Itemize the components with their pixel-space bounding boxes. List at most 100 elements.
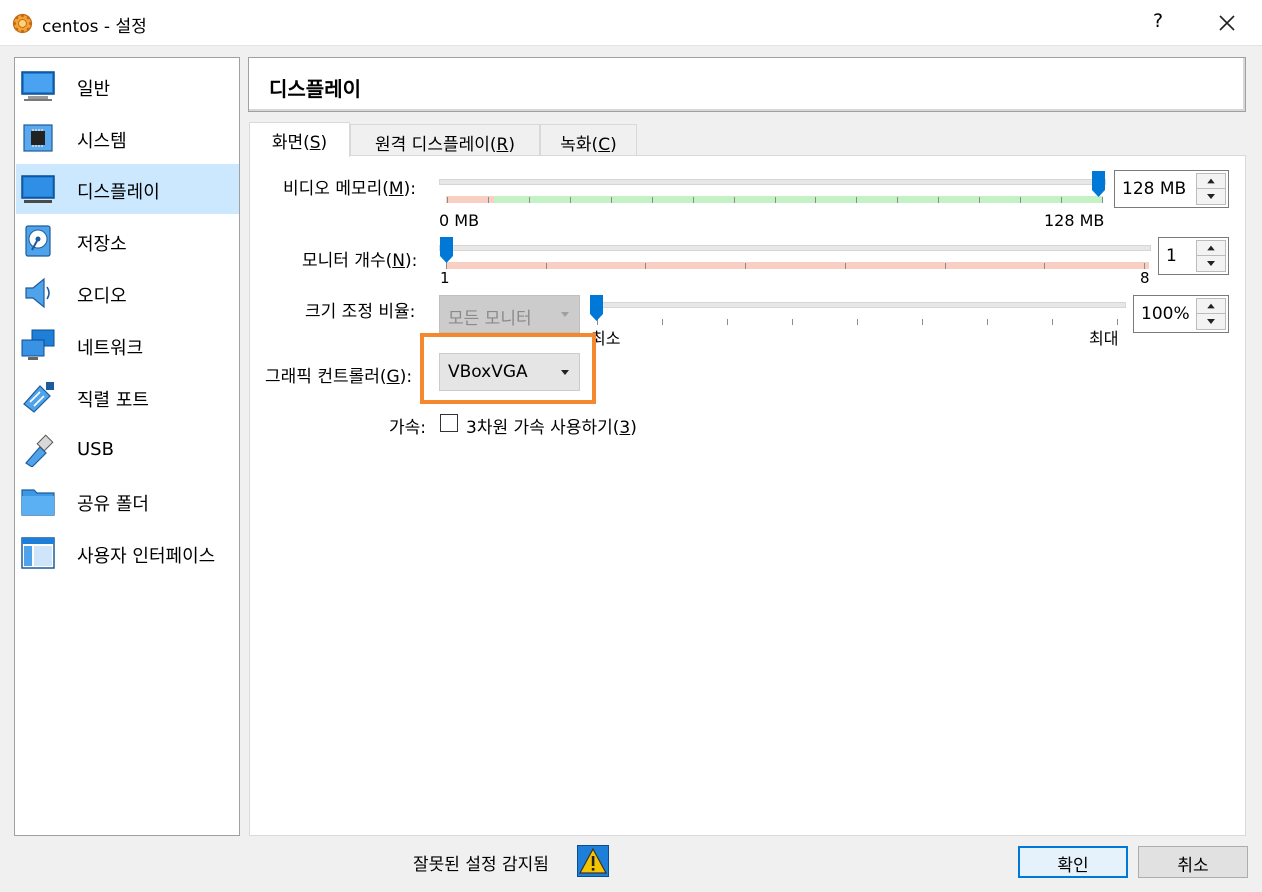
- tab-label: ): [320, 133, 328, 153]
- sidebar-item-storage[interactable]: 저장소: [16, 216, 239, 266]
- spin-down-icon[interactable]: [1197, 189, 1225, 204]
- slider-tick: [545, 263, 547, 269]
- chevron-down-icon: [561, 312, 569, 317]
- spin-buttons: [1196, 298, 1226, 330]
- monitor-icon: [21, 71, 55, 101]
- serial-port-icon: [23, 382, 54, 413]
- slider-tick: [844, 263, 846, 269]
- page-header: 디스플레이: [248, 57, 1246, 112]
- slider-tick: [938, 197, 940, 203]
- tab-label: ): [508, 135, 515, 155]
- spin-up-icon[interactable]: [1197, 299, 1225, 314]
- tab-screen[interactable]: 화면(S): [249, 122, 350, 157]
- monitor-count-value: 1: [1166, 246, 1177, 266]
- sidebar-item-label: 오디오: [77, 286, 127, 307]
- help-button[interactable]: ?: [1148, 10, 1168, 32]
- sidebar-item-label: USB: [77, 439, 114, 460]
- slider-tick: [792, 319, 793, 325]
- video-memory-value: 128 MB: [1122, 179, 1187, 199]
- slider-tick: [1102, 197, 1103, 203]
- graphics-controller-label: 그래픽 컨트롤러(G):: [265, 367, 413, 387]
- slider-tick: [745, 263, 747, 269]
- slider-tick: [815, 197, 817, 203]
- scale-factor-slider[interactable]: [591, 302, 1126, 308]
- slider-tick: [774, 197, 776, 203]
- enable-3d-acceleration-label[interactable]: 3차원 가속 사용하기(3): [466, 413, 637, 438]
- acceleration-label: 가속:: [389, 418, 427, 438]
- slider-tick: [447, 197, 448, 203]
- invalid-settings-text: 잘못된 설정 감지됨: [413, 855, 549, 875]
- folder-icon: [21, 489, 55, 516]
- tab-mnemonic: C: [598, 135, 611, 155]
- chip-icon: [23, 124, 53, 152]
- monitor-count-slider-thumb[interactable]: [440, 237, 453, 263]
- sidebar-item-system[interactable]: 시스템: [16, 113, 239, 163]
- tab-label: 녹화(: [560, 135, 599, 155]
- display-icon: [21, 175, 55, 203]
- slider-tick: [944, 263, 946, 269]
- sidebar-item-shared-folders[interactable]: 공유 폴더: [16, 476, 239, 526]
- video-memory-slider-thumb[interactable]: [1092, 171, 1105, 197]
- scale-factor-spinbox[interactable]: 100%: [1133, 295, 1229, 333]
- window-layout-icon: [21, 537, 55, 569]
- scale-monitor-value: 모든 모니터: [448, 309, 532, 329]
- video-memory-spinbox[interactable]: 128 MB: [1114, 170, 1229, 208]
- sidebar-item-audio[interactable]: 오디오: [16, 268, 239, 318]
- slider-tick: [569, 197, 571, 203]
- video-memory-slider[interactable]: [439, 179, 1106, 185]
- sidebar-item-label: 사용자 인터페이스: [77, 546, 216, 567]
- slider-tick: [897, 197, 899, 203]
- slider-tick: [979, 197, 981, 203]
- sidebar-item-usb[interactable]: USB: [16, 425, 239, 475]
- spin-up-icon[interactable]: [1197, 241, 1225, 256]
- slider-tick: [662, 319, 663, 325]
- sidebar-item-label: 네트워크: [77, 338, 144, 359]
- slider-tick: [987, 319, 988, 325]
- spin-buttons: [1196, 173, 1226, 205]
- slider-tick: [727, 319, 728, 325]
- usb-icon: [25, 434, 54, 467]
- title-bar: centos - 설정 ?: [0, 0, 1262, 46]
- tab-remote-display[interactable]: 원격 디스플레이(R): [350, 124, 540, 156]
- slider-tick: [487, 197, 489, 203]
- slider-tick: [733, 197, 735, 203]
- spin-down-icon[interactable]: [1197, 256, 1225, 271]
- sidebar-item-network[interactable]: 네트워크: [16, 320, 239, 370]
- highlight-annotation: [420, 333, 596, 404]
- tab-label: 원격 디스플레이(: [375, 135, 497, 155]
- scale-factor-value: 100%: [1141, 304, 1190, 324]
- video-memory-min-label: 0 MB: [439, 211, 480, 230]
- virtualbox-gear-icon: [12, 13, 33, 34]
- warning-icon[interactable]: [577, 845, 609, 877]
- sidebar-item-general[interactable]: 일반: [16, 61, 239, 111]
- video-memory-label: 비디오 메모리(M):: [283, 179, 416, 199]
- sidebar-item-serial-ports[interactable]: 직렬 포트: [16, 372, 239, 422]
- enable-3d-acceleration-checkbox[interactable]: [440, 414, 458, 432]
- monitor-count-label: 모니터 개수(N):: [302, 251, 418, 271]
- spin-buttons: [1196, 240, 1226, 272]
- close-icon[interactable]: [1214, 10, 1240, 36]
- slider-tick: [857, 319, 858, 325]
- tab-mnemonic: S: [309, 133, 321, 153]
- slider-tick: [1061, 197, 1063, 203]
- scale-factor-label: 크기 조정 비율:: [305, 302, 416, 322]
- scale-factor-slider-thumb[interactable]: [590, 295, 603, 321]
- monitor-count-spinbox[interactable]: 1: [1158, 237, 1229, 275]
- slider-tick: [1044, 263, 1046, 269]
- slider-tick: [610, 197, 612, 203]
- tab-recording[interactable]: 녹화(C): [540, 124, 637, 156]
- sidebar-item-user-interface[interactable]: 사용자 인터페이스: [16, 528, 239, 578]
- monitor-count-slider[interactable]: [439, 245, 1151, 251]
- slider-tick: [645, 263, 647, 269]
- sidebar-item-label: 디스플레이: [77, 182, 160, 203]
- ok-button[interactable]: 확인: [1018, 846, 1128, 878]
- spin-up-icon[interactable]: [1197, 174, 1225, 189]
- sidebar-item-display[interactable]: 디스플레이: [16, 164, 239, 214]
- cancel-button[interactable]: 취소: [1138, 846, 1248, 878]
- spin-down-icon[interactable]: [1197, 314, 1225, 329]
- video-memory-red-band: [446, 196, 494, 203]
- scale-monitor-combobox[interactable]: 모든 모니터: [439, 295, 580, 333]
- disk-icon: [25, 225, 51, 257]
- slider-tick: [856, 197, 858, 203]
- slider-tick: [1052, 319, 1053, 325]
